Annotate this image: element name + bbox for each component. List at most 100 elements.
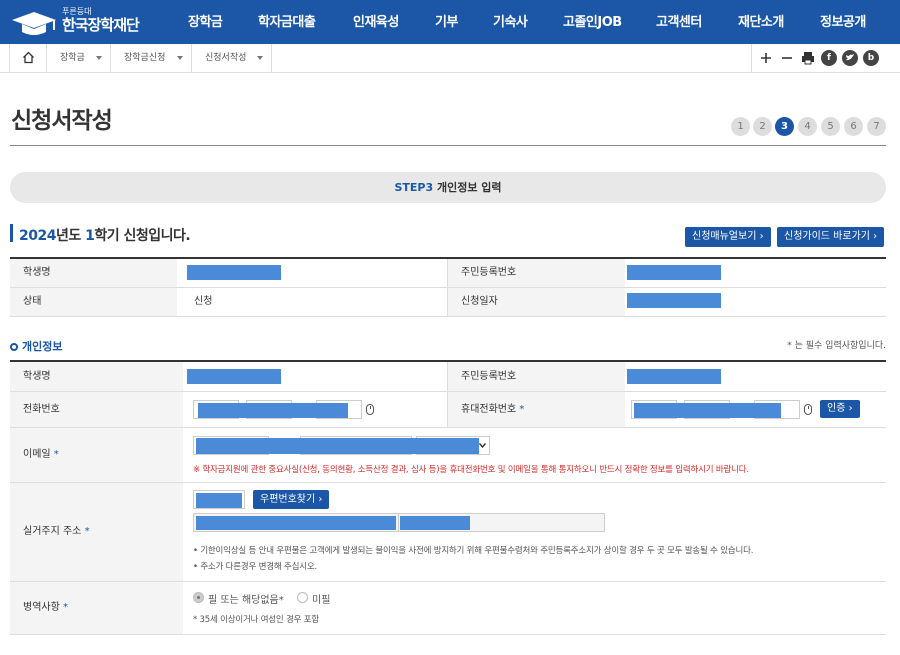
personal-info-title: 개인정보: [10, 338, 62, 354]
guide-button[interactable]: 신청가이드 바로가기 ›: [777, 227, 885, 247]
military-label-text: 병역사항: [23, 602, 60, 613]
nav-job[interactable]: 고졸인JOB: [563, 0, 622, 44]
table-row: 학생명 주민등록번호: [10, 362, 886, 392]
step-5: 5: [821, 117, 840, 136]
section-text: 학기 신청입니다.: [94, 228, 191, 244]
nav-student-loan[interactable]: 학자금대출: [258, 0, 316, 44]
step-6: 6: [844, 117, 863, 136]
divider: [751, 44, 752, 72]
postal-search-button[interactable]: 우편번호찾기 ›: [253, 490, 330, 509]
nav-disclosure[interactable]: 정보공개: [820, 0, 866, 44]
divider: [447, 259, 448, 316]
blog-icon[interactable]: b: [863, 50, 879, 66]
bird-icon: [846, 54, 854, 61]
military-note: * 35세 이상이거나 여성인 경우 포함: [193, 615, 320, 625]
chevron-down-icon: [177, 56, 183, 60]
manual-button[interactable]: 신청매뉴얼보기 ›: [685, 227, 771, 247]
print-icon[interactable]: [800, 50, 816, 66]
personal-info-table: 학생명 주민등록번호 전화번호 휴대전화번호 * 인증 › 이메일 * ※ 학자…: [10, 360, 886, 635]
breadcrumb-scholarship-apply[interactable]: 장학금신청: [111, 44, 192, 72]
step-3-active: 3: [775, 117, 794, 136]
breadcrumb-label: 신청서작성: [205, 53, 247, 63]
table-row: 실거주지 주소 * 우편번호찾기 › • 기한이익상실 등 안내 우편물은 고객…: [10, 483, 886, 582]
logo-name: 한국장학재단: [62, 16, 140, 34]
nav-talent[interactable]: 인재육성: [353, 0, 399, 44]
section-term: 1: [85, 228, 95, 244]
address-note: • 기한이익상실 등 안내 우편물은 고객에게 발생되는 불이익을 사전에 방지…: [193, 546, 754, 556]
mouse-icon: [804, 404, 812, 415]
facebook-icon[interactable]: f: [821, 50, 837, 66]
postal-code-value: [196, 493, 242, 508]
table-row: 병역사항 * 필 또는 해당없음* 미필 * 35세 이상이거나 여성인 경우 …: [10, 582, 886, 635]
required-mark: *: [519, 404, 525, 415]
address-label-text: 실거주지 주소: [23, 526, 82, 537]
step-2: 2: [753, 117, 772, 136]
rrn-value: [627, 369, 721, 384]
chevron-down-icon: [96, 56, 102, 60]
page-title: 신청서작성: [11, 108, 113, 134]
rrn-label: 주민등록번호: [448, 259, 625, 287]
top-header: 푸른등대 한국장학재단 장학금 학자금대출 인재육성 기부 기숙사 고졸인JOB…: [0, 0, 900, 44]
mobile-label-text: 휴대전화번호: [461, 404, 517, 415]
mobile-label: 휴대전화번호 *: [448, 392, 625, 427]
student-name-value: [187, 265, 281, 280]
zoom-out-icon[interactable]: [779, 50, 795, 66]
logo[interactable]: 푸른등대 한국장학재단: [10, 6, 160, 40]
military-not-completed-label: 미필: [312, 595, 331, 606]
graduation-cap-icon: [12, 12, 56, 35]
required-mark: *: [53, 449, 59, 460]
section-title: 2024년도 1학기 신청입니다.: [19, 225, 191, 245]
personal-info-title-text: 개인정보: [22, 340, 63, 353]
required-mark: *: [84, 526, 90, 537]
mobile-value: [634, 403, 781, 418]
nav-donation[interactable]: 기부: [435, 0, 458, 44]
step-4: 4: [798, 117, 817, 136]
breadcrumb-application-form[interactable]: 신청서작성: [192, 44, 272, 72]
phone-value: [198, 403, 348, 418]
auth-button[interactable]: 인증 ›: [820, 400, 860, 418]
rrn-value: [627, 265, 721, 280]
summary-table: 학생명 주민등록번호 상태 신청 신청일자: [10, 257, 886, 317]
rrn-label: 주민등록번호: [448, 362, 625, 391]
home-button[interactable]: [9, 44, 47, 72]
home-icon: [23, 51, 34, 64]
email-value: [196, 438, 479, 454]
status-label: 상태: [10, 288, 177, 316]
military-completed-radio[interactable]: [193, 592, 204, 603]
table-row: 이메일 * ※ 학자금지원에 관한 중요사실(신청, 동의현황, 소득산정 결과…: [10, 428, 886, 483]
chevron-down-icon: [257, 56, 263, 60]
email-warning: ※ 학자금지원에 관한 중요사실(신청, 동의현황, 소득산정 결과, 심사 등…: [193, 465, 749, 475]
twitter-icon[interactable]: [842, 50, 858, 66]
nav-dormitory[interactable]: 기숙사: [493, 0, 528, 44]
section-year: 2024: [19, 228, 56, 244]
mouse-icon: [366, 404, 374, 415]
required-mark: *: [63, 602, 68, 613]
step-7: 7: [867, 117, 886, 136]
step-1: 1: [731, 117, 750, 136]
breadcrumb: 장학금 장학금신청 신청서작성 f b: [0, 44, 900, 73]
step-banner: STEP3 개인정보 입력: [10, 172, 886, 203]
table-row: 학생명 주민등록번호: [10, 259, 886, 288]
section-marker: [10, 224, 13, 242]
student-name-label: 학생명: [10, 259, 177, 287]
phone-label: 전화번호: [10, 392, 183, 427]
email-label: 이메일 *: [10, 428, 183, 482]
apply-date-label: 신청일자: [448, 288, 625, 316]
military-not-completed-radio[interactable]: [297, 592, 308, 603]
address-note: • 주소가 다른경우 변경해 주십시오.: [193, 562, 318, 572]
zoom-in-icon[interactable]: [758, 50, 774, 66]
apply-date-value: [627, 293, 721, 308]
divider: [447, 362, 448, 428]
breadcrumb-scholarship[interactable]: 장학금: [47, 44, 111, 72]
circle-bullet-icon: [10, 343, 18, 351]
status-value: 신청: [194, 296, 213, 307]
student-name-label: 학생명: [10, 362, 183, 391]
address-detail-value: [400, 516, 470, 530]
address-value: [196, 516, 396, 530]
nav-customer-center[interactable]: 고객센터: [656, 0, 702, 44]
nav-about[interactable]: 재단소개: [738, 0, 784, 44]
student-name-value: [187, 369, 281, 384]
military-label: 병역사항 *: [10, 582, 183, 634]
nav-scholarship[interactable]: 장학금: [188, 0, 223, 44]
required-note: * 는 필수 입력사항입니다.: [787, 341, 886, 351]
